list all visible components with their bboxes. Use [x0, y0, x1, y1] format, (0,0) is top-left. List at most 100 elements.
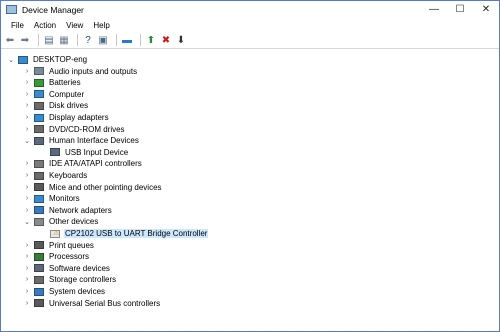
mouse-icon	[34, 183, 44, 192]
properties-icon[interactable]: ▤	[43, 34, 55, 46]
uninstall-icon[interactable]: ✖	[160, 34, 172, 46]
expand-chevron-icon[interactable]: ›	[23, 170, 31, 181]
tree-item[interactable]: › Software devices	[23, 263, 111, 274]
expand-chevron-icon[interactable]: ›	[23, 100, 31, 111]
tree-item-label: Network adapters	[49, 205, 112, 215]
menu-file[interactable]: File	[6, 21, 29, 30]
expand-chevron-icon[interactable]: ›	[23, 263, 31, 274]
close-button[interactable]: ✕	[473, 1, 499, 18]
title-bar[interactable]: Device Manager — ☐ ✕	[1, 1, 499, 18]
dvd-drive-icon	[34, 125, 44, 134]
help-icon[interactable]: ?	[82, 34, 94, 46]
tree-item[interactable]: ⌄ Human Interface Devices	[23, 135, 140, 146]
hid-icon	[34, 136, 44, 145]
expand-chevron-icon[interactable]: ›	[23, 251, 31, 262]
tree-item[interactable]: › Mice and other pointing devices	[23, 182, 163, 193]
keyboard-icon	[34, 171, 44, 180]
collapse-chevron-icon[interactable]: ⌄	[23, 216, 31, 227]
expand-chevron-icon[interactable]: ›	[23, 298, 31, 309]
tree-item-label: Processors	[49, 252, 90, 262]
tree-item[interactable]: › Batteries	[23, 77, 82, 88]
tree-item[interactable]: › Display adapters	[23, 112, 110, 123]
back-arrow-icon[interactable]: ⬅	[4, 34, 16, 46]
expand-chevron-icon[interactable]: ›	[23, 193, 31, 204]
battery-icon	[34, 78, 44, 87]
tree-item[interactable]: › System devices	[23, 286, 106, 297]
tree-item[interactable]: › Disk drives	[23, 100, 89, 111]
menu-help[interactable]: Help	[88, 21, 114, 30]
computer-icon	[34, 90, 44, 99]
forward-arrow-icon[interactable]: ➡	[19, 34, 31, 46]
minimize-button[interactable]: —	[421, 1, 447, 18]
expand-chevron-icon[interactable]: ›	[23, 77, 31, 88]
tree-item-label: Universal Serial Bus controllers	[49, 298, 161, 308]
tree-item[interactable]: › IDE ATA/ATAPI controllers	[23, 158, 143, 169]
expand-chevron-icon[interactable]: ›	[23, 89, 31, 100]
collapse-chevron-icon[interactable]: ⌄	[23, 135, 31, 146]
window-title: Device Manager	[22, 4, 84, 15]
ide-controller-icon	[34, 159, 44, 168]
tree-item-label: Print queues	[49, 240, 94, 250]
tree-item-label: Computer	[49, 89, 85, 99]
tree-item-label: DESKTOP-eng	[33, 55, 88, 64]
tree-item[interactable]: › DVD/CD-ROM drives	[23, 124, 126, 135]
tree-item[interactable]: › Print queues	[23, 240, 95, 251]
tree-item[interactable]: › Keyboards	[23, 170, 88, 181]
tree-item[interactable]: › Network adapters	[23, 205, 113, 216]
tree-item[interactable]: › Storage controllers	[23, 274, 117, 285]
tree-item[interactable]: › Audio inputs and outputs	[23, 66, 138, 77]
computer-root-icon	[18, 55, 28, 64]
menu-action[interactable]: Action	[29, 21, 61, 30]
expand-chevron-icon[interactable]: ›	[23, 274, 31, 285]
software-device-icon	[34, 264, 44, 273]
tree-item[interactable]: › Universal Serial Bus controllers	[23, 298, 161, 309]
warning-triangle-icon: ⚠	[53, 229, 60, 237]
maximize-button[interactable]: ☐	[447, 1, 473, 18]
usb-input-device-icon	[50, 148, 60, 157]
expand-chevron-icon[interactable]: ›	[23, 158, 31, 169]
disk-drive-icon	[34, 101, 44, 110]
disable-icon[interactable]: ⬇	[175, 34, 187, 46]
tree-item-label: Disk drives	[49, 101, 89, 111]
expand-chevron-icon[interactable]: ›	[23, 240, 31, 251]
tree-root-item[interactable]: ⌄ DESKTOP-eng	[7, 54, 88, 65]
tree-item[interactable]: ⌄ Other devices	[23, 216, 99, 227]
tree-item-label: Batteries	[49, 78, 81, 88]
system-device-icon	[34, 287, 44, 296]
scan-hardware-icon[interactable]: ▬	[121, 34, 133, 46]
tree-item[interactable]: USB Input Device	[39, 147, 129, 158]
printer-icon	[34, 241, 44, 250]
tree-item-label: Other devices	[49, 217, 99, 227]
tree-item-label: Keyboards	[49, 171, 88, 180]
other-devices-icon	[34, 217, 44, 226]
tree-item-label: Monitors	[49, 194, 80, 204]
expand-chevron-icon[interactable]: ›	[23, 124, 31, 135]
show-hide-tree-icon[interactable]: ▦	[58, 34, 70, 46]
tree-item-label: Storage controllers	[49, 275, 117, 285]
tree-item-label: USB Input Device	[65, 147, 129, 157]
tree-item-label: DVD/CD-ROM drives	[49, 124, 125, 134]
collapse-chevron-icon[interactable]: ⌄	[7, 54, 15, 65]
expand-chevron-icon[interactable]: ›	[23, 66, 31, 77]
toolbar-separator	[116, 34, 117, 46]
expand-chevron-icon[interactable]: ›	[23, 182, 31, 193]
tree-item[interactable]: › Monitors	[23, 193, 81, 204]
tree-item-label: System devices	[49, 287, 106, 296]
expand-chevron-icon[interactable]: ›	[23, 112, 31, 123]
tree-item[interactable]: ⚠ CP2102 USB to UART Bridge Controller	[39, 228, 209, 239]
tree-item[interactable]: › Processors	[23, 251, 90, 262]
device-manager-app-icon	[6, 5, 17, 14]
console-icon[interactable]: ▣	[97, 34, 109, 46]
expand-chevron-icon[interactable]: ›	[23, 205, 31, 216]
expand-chevron-icon[interactable]: ›	[23, 286, 31, 297]
monitor-icon	[34, 194, 44, 203]
tree-item-label: Mice and other pointing devices	[49, 182, 162, 192]
processor-icon	[34, 252, 44, 261]
tree-item[interactable]: › Computer	[23, 89, 85, 100]
tree-item-label: Human Interface Devices	[49, 136, 139, 146]
menu-view[interactable]: View	[61, 21, 88, 30]
update-driver-icon[interactable]: ⬆	[145, 34, 157, 46]
tree-item-label: Display adapters	[49, 113, 109, 122]
tree-item-label: Audio inputs and outputs	[49, 66, 138, 76]
